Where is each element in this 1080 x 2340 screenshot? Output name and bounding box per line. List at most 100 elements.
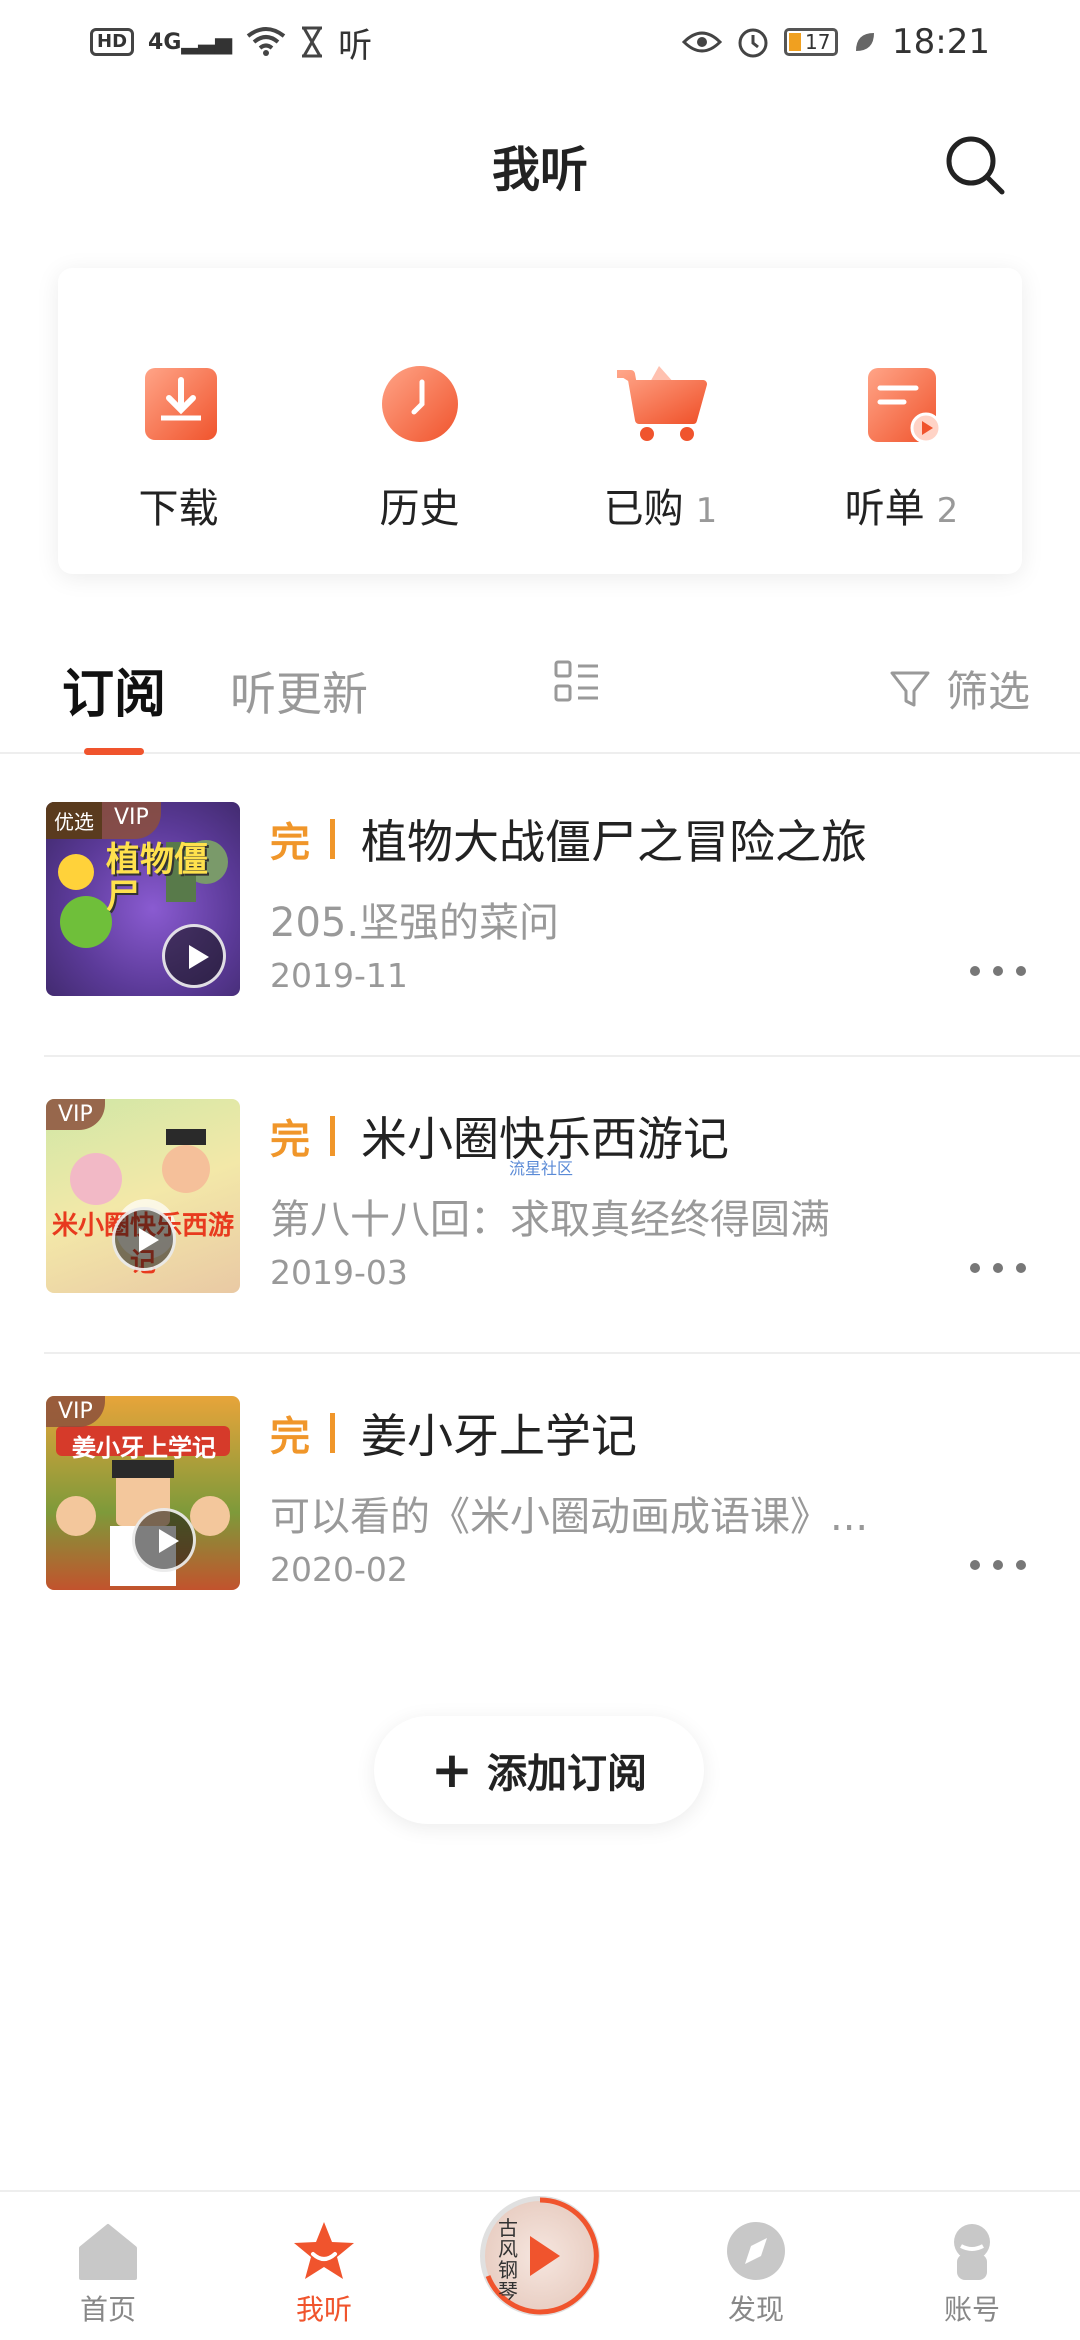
filter-button[interactable]: 筛选 <box>888 658 1030 719</box>
clock: 18:21 <box>892 22 990 62</box>
album-cover[interactable]: VIP 姜小牙上学记 <box>46 1396 240 1590</box>
app-glyph: 听 <box>338 25 373 66</box>
more-icon[interactable] <box>970 1560 1026 1574</box>
history-label: 历史 <box>379 486 460 532</box>
search-icon[interactable] <box>942 132 1008 198</box>
watermark: 流星社区 <box>509 1159 574 1178</box>
cover-badges: 优选 VIP <box>46 802 161 839</box>
list-item[interactable]: VIP 米小圈快乐西游记 完米小圈快乐西游记 第八十八回：求取真经终得圆满 20… <box>44 1057 1080 1354</box>
album-cover[interactable]: 植物僵尸 优选 VIP <box>46 802 240 996</box>
cart-icon <box>616 366 707 441</box>
filter-icon <box>890 671 930 706</box>
nav-label: 我听 <box>295 2293 352 2326</box>
tab-updates[interactable]: 听更新 <box>230 658 368 724</box>
latest-episode: 可以看的《米小圈动画成语课》... <box>270 1494 869 1540</box>
update-date: 2019-11 <box>270 956 408 995</box>
playlist-label: 听单 <box>844 486 925 532</box>
eye-icon <box>682 31 723 53</box>
hourglass-icon <box>302 26 323 58</box>
status-right: 17 18:21 <box>682 22 990 62</box>
nav-label: 账号 <box>943 2293 1000 2326</box>
nav-account[interactable]: 账号 <box>864 2192 1080 2340</box>
nav-home[interactable]: 首页 <box>0 2192 216 2340</box>
purchased-label: 已购 <box>603 486 684 532</box>
list-item[interactable]: VIP 姜小牙上学记 完 姜小牙上学记 可以看的《米小圈动画成语课》... 202… <box>44 1354 1080 1651</box>
download-label: 下载 <box>138 486 219 532</box>
nav-label: 发现 <box>727 2293 784 2326</box>
leaf-icon <box>856 33 875 51</box>
vip-badge: VIP <box>46 1099 105 1130</box>
playlist-icon <box>867 368 941 444</box>
tab-indicator <box>84 748 144 755</box>
album-name: 植物大战僵尸之冒险之旅 <box>361 815 867 869</box>
quick-playlist[interactable]: 听单 2 <box>781 354 1022 534</box>
cover-badges: VIP <box>46 1099 105 1130</box>
vip-badge: VIP <box>102 802 161 839</box>
clock-icon <box>381 366 458 442</box>
album-cover[interactable]: VIP 米小圈快乐西游记 <box>46 1099 240 1293</box>
cover-title: 植物僵尸 <box>106 840 208 918</box>
add-subscription-label: 添加订阅 <box>486 1751 647 1797</box>
album-name: 姜小牙上学记 <box>361 1409 637 1463</box>
play-icon[interactable] <box>132 1508 196 1572</box>
alarm-icon <box>738 28 768 58</box>
page-title: 我听 <box>491 142 588 198</box>
list-item[interactable]: 植物僵尸 优选 VIP 完 植物大战僵尸之冒险之旅 205.坚强的菜问 2019-… <box>44 760 1080 1057</box>
finished-tag: 完 <box>270 820 310 866</box>
nav-label: 首页 <box>79 2293 136 2326</box>
status-bar: HD 4G▂▃▅ 听 17 18:21 <box>0 0 1080 84</box>
list-view-icon[interactable] <box>554 658 600 704</box>
add-subscription-button[interactable]: + 添加订阅 <box>374 1716 704 1824</box>
battery-icon: 17 <box>784 28 839 56</box>
quick-label: 历史 <box>380 476 460 534</box>
bottom-nav: 首页 我听 古风钢琴 发现 账号 <box>0 2190 1080 2340</box>
tag-divider <box>330 1116 335 1156</box>
tab-subscribe[interactable]: 订阅 <box>62 652 166 727</box>
star-icon <box>294 2222 354 2279</box>
filter-label: 筛选 <box>946 667 1031 716</box>
more-icon[interactable] <box>970 1263 1026 1277</box>
quick-label: 已购 1 <box>604 476 718 534</box>
purchased-count: 1 <box>695 491 718 531</box>
battery-level: 17 <box>805 30 831 54</box>
disc-title: 古风钢琴 <box>498 2216 518 2303</box>
download-icon <box>144 368 217 440</box>
home-icon <box>79 2224 137 2280</box>
quick-history[interactable]: 历史 <box>299 354 540 534</box>
compass-icon <box>727 2222 785 2280</box>
tab-bar: 订阅 听更新 筛选 <box>0 630 1080 755</box>
item-title: 完 植物大战僵尸之冒险之旅 <box>270 806 867 872</box>
cover-title: 姜小牙上学记 <box>72 1434 216 1462</box>
latest-episode: 第八十八回：求取真经终得圆满 <box>270 1197 830 1243</box>
update-date: 2019-03 <box>270 1253 408 1292</box>
plus-icon: + <box>431 1741 473 1799</box>
update-date: 2020-02 <box>270 1550 408 1589</box>
tag-divider <box>330 819 335 859</box>
quick-download[interactable]: 下载 <box>58 354 299 534</box>
nav-discover[interactable]: 发现 <box>648 2192 864 2340</box>
finished-tag: 完 <box>270 1414 310 1460</box>
account-icon <box>954 2224 990 2280</box>
latest-episode: 205.坚强的菜问 <box>270 900 560 946</box>
subscription-list: 植物僵尸 优选 VIP 完 植物大战僵尸之冒险之旅 205.坚强的菜问 2019-… <box>0 760 1080 1651</box>
finished-tag: 完 <box>270 1117 310 1163</box>
hd-indicator: HD <box>90 28 135 56</box>
play-icon <box>530 2236 560 2276</box>
more-icon[interactable] <box>970 966 1026 980</box>
item-title: 完 姜小牙上学记 <box>270 1400 637 1466</box>
pick-badge: 优选 <box>46 802 102 839</box>
quick-purchased[interactable]: 已购 1 <box>540 354 781 534</box>
wifi-icon <box>246 27 286 56</box>
quick-label: 下载 <box>139 476 219 534</box>
signal-icon: 4G▂▃▅ <box>148 29 233 55</box>
play-icon[interactable] <box>112 1207 176 1271</box>
play-icon[interactable] <box>162 924 226 988</box>
quick-access-card: 下载 历史 已购 1 听单 2 <box>58 268 1022 574</box>
now-playing-disc[interactable]: 古风钢琴 <box>480 2196 600 2316</box>
nav-listen[interactable]: 我听 <box>216 2192 432 2340</box>
cover-badges: VIP <box>46 1396 105 1427</box>
page-header: 我听 <box>0 110 1080 220</box>
status-left: HD 4G▂▃▅ 听 <box>90 18 372 67</box>
nav-player[interactable]: 古风钢琴 <box>432 2192 648 2340</box>
network-type: 4G <box>148 29 182 55</box>
